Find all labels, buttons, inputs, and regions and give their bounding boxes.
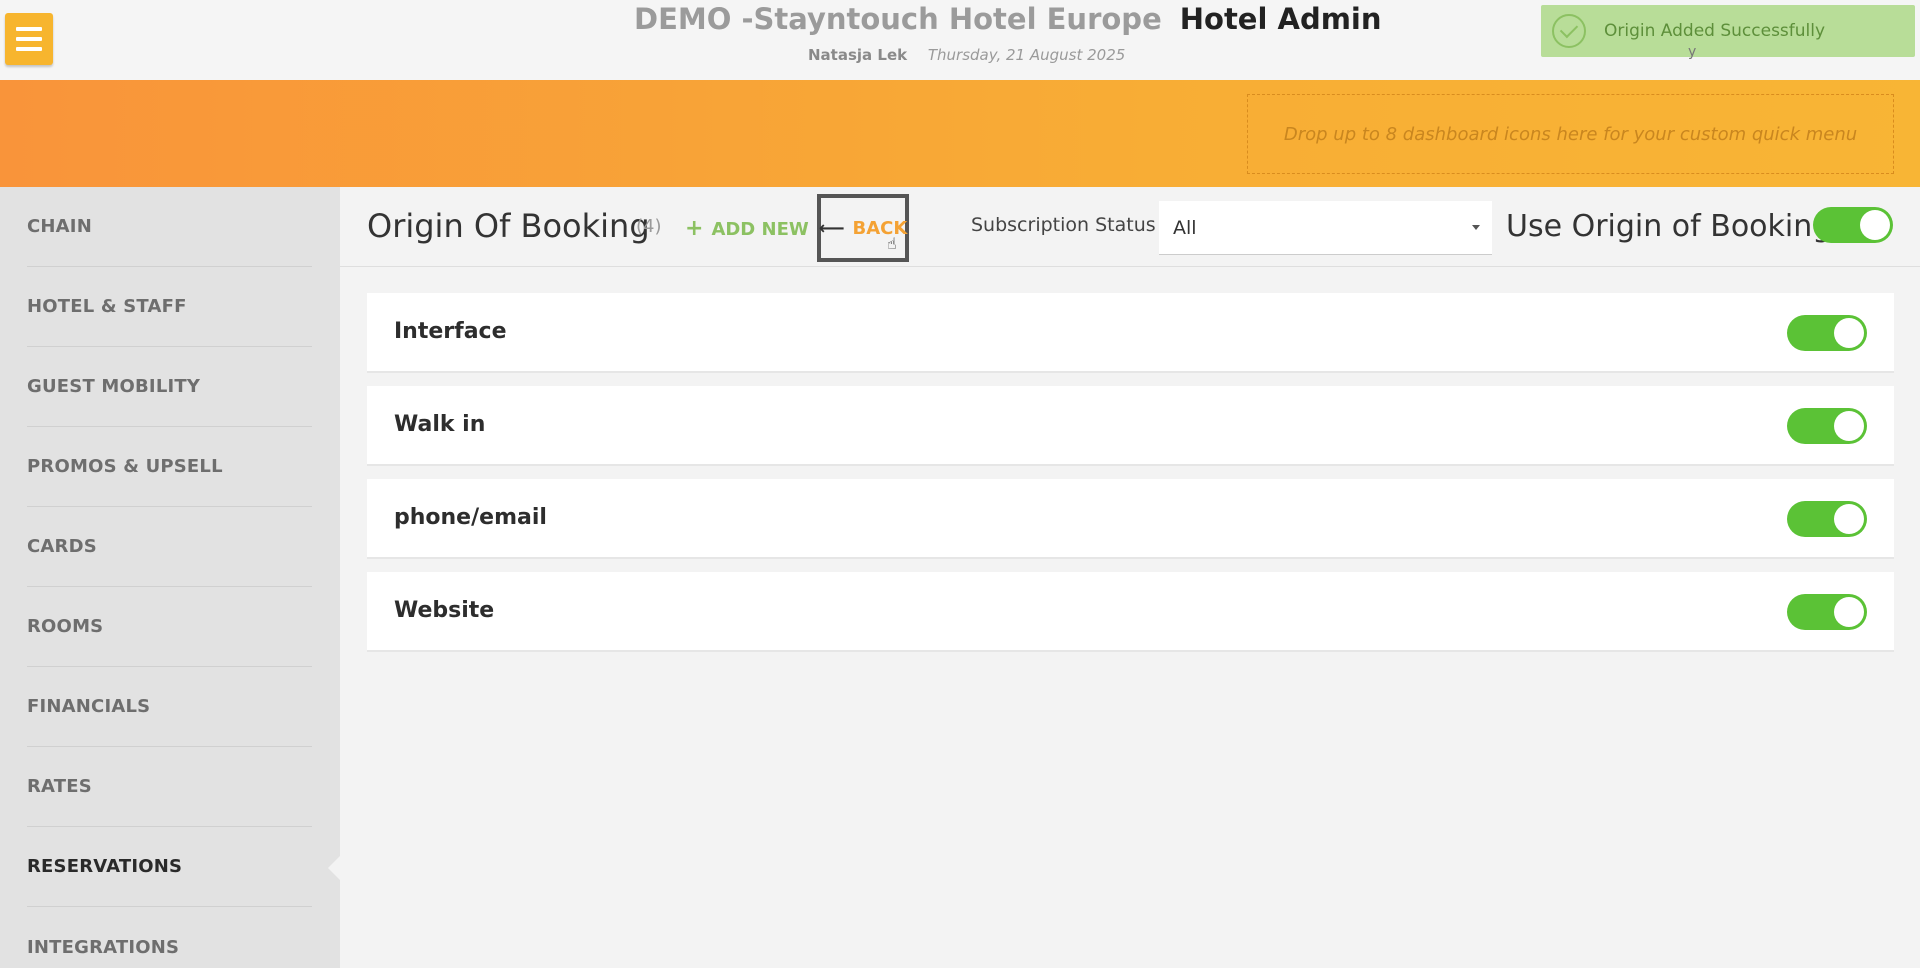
sidebar-item-chain[interactable]: CHAIN	[27, 187, 312, 267]
sidebar: CHAIN HOTEL & STAFF GUEST MOBILITY PROMO…	[0, 187, 340, 968]
toggle-knob	[1834, 318, 1864, 348]
app-title: Hotel Admin	[1179, 2, 1382, 36]
use-origin-toggle[interactable]	[1813, 207, 1893, 243]
subscription-status-label: Subscription Status	[971, 214, 1156, 236]
sidebar-item-label: GUEST MOBILITY	[27, 376, 201, 397]
origin-row-interface: Interface	[367, 293, 1894, 373]
origin-row-walk-in: Walk in	[367, 386, 1894, 466]
origin-toggle-interface[interactable]	[1787, 315, 1867, 351]
dropzone-placeholder: Drop up to 8 dashboard icons here for yo…	[1283, 123, 1858, 145]
toggle-knob	[1834, 504, 1864, 534]
arrow-left-icon: ⟵	[818, 217, 845, 239]
item-count: (4)	[636, 216, 662, 237]
sidebar-item-label: INTEGRATIONS	[27, 936, 180, 958]
current-date: Thursday, 21 August 2025	[927, 46, 1126, 64]
sidebar-item-label: HOTEL & STAFF	[27, 296, 187, 317]
hamburger-icon-bar	[16, 47, 42, 51]
success-toast[interactable]: Origin Added Successfully	[1541, 5, 1915, 57]
top-header: DEMO -Stayntouch Hotel Europe Hotel Admin…	[0, 0, 1920, 80]
origin-name: Website	[394, 598, 495, 623]
user-name: Natasja Lek	[808, 46, 908, 64]
sidebar-item-rates[interactable]: RATES	[27, 747, 312, 827]
sidebar-item-rooms[interactable]: ROOMS	[27, 587, 312, 667]
page-title: Origin Of Booking	[367, 207, 650, 245]
back-label: BACK	[852, 217, 908, 239]
sidebar-item-reservations[interactable]: RESERVATIONS	[27, 827, 312, 907]
toggle-knob	[1834, 411, 1864, 441]
origin-row-phone-email: phone/email	[367, 479, 1894, 559]
sidebar-item-hotel-staff[interactable]: HOTEL & STAFF	[27, 267, 312, 347]
hamburger-icon-bar	[16, 37, 42, 41]
page-header-title: DEMO -Stayntouch Hotel Europe Hotel Admin	[634, 2, 1382, 36]
sidebar-item-label: RESERVATIONS	[27, 856, 183, 877]
sidebar-item-integrations[interactable]: INTEGRATIONS	[27, 907, 312, 968]
back-button[interactable]: ⟵ BACK ☝	[817, 194, 909, 262]
toggle-knob	[1860, 210, 1890, 240]
active-item-indicator	[328, 856, 340, 880]
sidebar-item-cards[interactable]: CARDS	[27, 507, 312, 587]
hamburger-icon	[16, 27, 42, 31]
toggle-knob	[1834, 597, 1864, 627]
toast-message: Origin Added Successfully	[1604, 21, 1826, 41]
check-circle-icon	[1552, 14, 1586, 48]
use-origin-label: Use Origin of Booking	[1506, 209, 1832, 244]
sidebar-item-label: ROOMS	[27, 616, 104, 637]
origin-name: Interface	[394, 319, 507, 344]
sidebar-item-label: RATES	[27, 776, 92, 797]
sidebar-item-guest-mobility[interactable]: GUEST MOBILITY	[27, 347, 312, 427]
content-toolbar: Origin Of Booking (4) + ADD NEW ⟵ BACK ☝ …	[340, 187, 1920, 267]
hand-pointer-icon: ☝	[887, 234, 897, 253]
toast-trailing-text: y	[1688, 44, 1697, 60]
origin-toggle-website[interactable]	[1787, 594, 1867, 630]
origin-name: Walk in	[394, 412, 486, 437]
quick-menu-dropzone[interactable]: Drop up to 8 dashboard icons here for yo…	[1247, 94, 1894, 174]
plus-icon: +	[685, 216, 704, 241]
caret-down-icon	[1472, 225, 1480, 230]
header-subline: Natasja Lek Thursday, 21 August 2025	[808, 46, 1125, 64]
sidebar-item-label: CHAIN	[27, 216, 92, 237]
subscription-status-select[interactable]: All	[1159, 201, 1492, 255]
sidebar-item-label: PROMOS & UPSELL	[27, 456, 223, 477]
origin-row-website: Website	[367, 572, 1894, 652]
subscription-status-value: All	[1173, 216, 1197, 239]
hotel-name: DEMO -Stayntouch Hotel Europe	[634, 2, 1162, 36]
main-menu-button[interactable]	[5, 13, 53, 65]
sidebar-item-label: FINANCIALS	[27, 696, 151, 717]
origin-toggle-walk-in[interactable]	[1787, 408, 1867, 444]
sidebar-item-promos-upsell[interactable]: PROMOS & UPSELL	[27, 427, 312, 507]
add-new-button[interactable]: + ADD NEW	[685, 216, 809, 241]
origin-toggle-phone-email[interactable]	[1787, 501, 1867, 537]
sidebar-item-financials[interactable]: FINANCIALS	[27, 667, 312, 747]
add-new-label: ADD NEW	[711, 219, 809, 240]
origin-name: phone/email	[394, 505, 547, 530]
sidebar-item-label: CARDS	[27, 536, 97, 557]
